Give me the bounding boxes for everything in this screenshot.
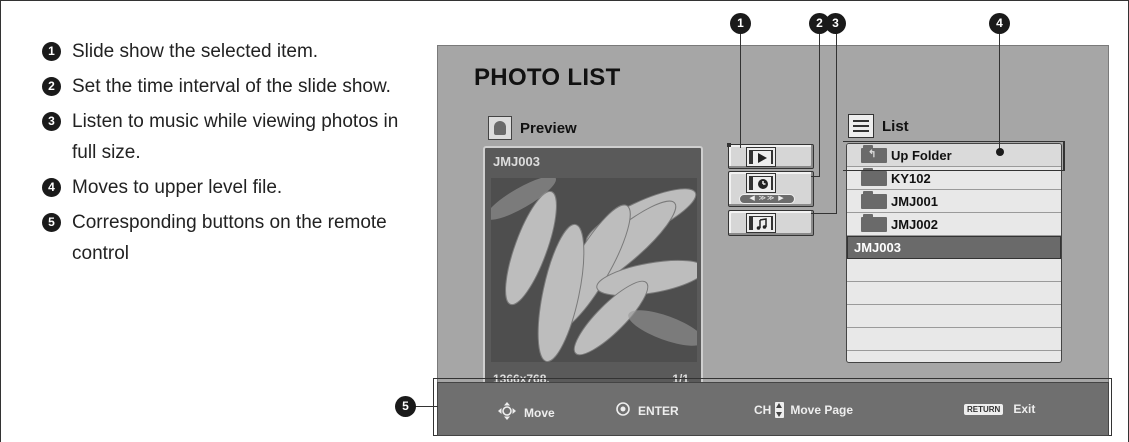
instruction-item: 1 Slide show the selected item. (42, 36, 402, 67)
callout-marker-5: 5 (395, 396, 416, 417)
enter-icon (616, 402, 630, 419)
number-badge-4: 4 (42, 178, 61, 197)
instruction-text: Slide show the selected item. (72, 41, 319, 62)
music-button[interactable] (728, 210, 814, 236)
instruction-list: 1 Slide show the selected item. 2 Set th… (42, 36, 402, 273)
folder-icon (861, 167, 887, 186)
interval-arrows-icon: ◀ ≫≫ ▶ (739, 194, 795, 204)
list-item-folder[interactable]: JMJ002 (847, 213, 1061, 236)
callout-line-5 (414, 406, 438, 407)
enter-label: ENTER (638, 403, 679, 418)
callout-line-2b (811, 176, 820, 177)
list-item-empty (847, 305, 1061, 328)
list-item-label: KY102 (891, 170, 931, 186)
preview-panel: JMJ003 1366x768, 1/1 (483, 146, 703, 392)
exit-hint: RETURN Exit (964, 402, 1035, 416)
list-icon (848, 114, 874, 138)
remote-button-bar: Move ENTER CH Move Page RETURN Exit (437, 382, 1109, 436)
list-item-empty (847, 259, 1061, 282)
move-page-label: Move Page (790, 403, 854, 417)
instruction-item: 4 Moves to upper level file. (42, 172, 402, 203)
list-item-selected[interactable]: JMJ003 (847, 236, 1061, 259)
callout-line-2 (819, 22, 820, 176)
callout-line-1 (740, 21, 741, 148)
instruction-item: 2 Set the time interval of the slide sho… (42, 71, 402, 102)
folder-icon (861, 190, 887, 209)
move-page-hint: CH Move Page (754, 402, 853, 418)
number-badge-1: 1 (42, 42, 61, 61)
callout-line-3b (811, 213, 837, 214)
instruction-item: 3 Listen to music while viewing photos i… (42, 106, 402, 168)
instruction-text: Set the time interval of the slide show. (72, 76, 391, 97)
file-list: ↰ Up Folder KY102 JMJ001 JMJ002 JMJ003 (846, 143, 1062, 363)
move-label: Move (524, 405, 555, 420)
list-item-label: Up Folder (891, 147, 952, 163)
music-icon (746, 213, 776, 233)
instruction-text: Corresponding buttons on the remote cont… (72, 212, 387, 264)
instruction-text: Moves to upper level file. (72, 177, 283, 198)
list-item-empty (847, 328, 1061, 351)
preview-icon (488, 116, 512, 140)
exit-label: Exit (1013, 402, 1036, 416)
list-header: List (848, 114, 909, 138)
list-item-label: JMJ002 (891, 216, 938, 232)
callout-dot-4 (996, 148, 1004, 156)
preview-file-name: JMJ003 (493, 154, 540, 169)
flower-photo (491, 178, 697, 362)
number-badge-3: 3 (42, 112, 61, 131)
slide-show-icon (746, 147, 776, 167)
dpad-icon (498, 402, 516, 423)
ch-updown-icon (775, 402, 785, 418)
list-item-empty (847, 282, 1061, 305)
move-hint: Move (498, 402, 555, 423)
preview-thumbnail (491, 178, 697, 362)
instruction-text: Listen to music while viewing photos in … (72, 111, 399, 163)
folder-icon (861, 213, 887, 232)
callout-dot-1 (727, 143, 731, 147)
list-item-label: JMJ001 (891, 193, 938, 209)
list-item-folder[interactable]: KY102 (847, 167, 1061, 190)
photo-list-screen: PHOTO LIST Preview JMJ003 1366x768, 1/1 … (437, 45, 1109, 435)
up-folder-icon: ↰ (861, 144, 887, 163)
return-button-icon: RETURN (964, 403, 1004, 415)
list-label: List (882, 117, 909, 135)
callout-marker-3: 3 (825, 13, 846, 34)
number-badge-5: 5 (42, 213, 61, 232)
list-item-folder[interactable]: JMJ001 (847, 190, 1061, 213)
callout-bracket-4 (1064, 141, 1065, 171)
time-interval-button[interactable]: ◀ ≫≫ ▶ (728, 171, 814, 207)
instruction-item: 5 Corresponding buttons on the remote co… (42, 207, 402, 269)
callout-marker-1: 1 (730, 13, 751, 34)
time-interval-icon (746, 173, 776, 193)
screen-title: PHOTO LIST (474, 64, 621, 91)
preview-label: Preview (520, 119, 577, 137)
callout-line-3 (836, 22, 837, 214)
preview-header: Preview (488, 116, 577, 140)
list-item-label: JMJ003 (854, 240, 901, 255)
enter-hint: ENTER (616, 402, 679, 419)
list-item-up-folder[interactable]: ↰ Up Folder (847, 144, 1061, 167)
callout-marker-4: 4 (989, 13, 1010, 34)
number-badge-2: 2 (42, 77, 61, 96)
ch-label: CH (754, 403, 772, 417)
callout-line-4 (999, 22, 1000, 152)
